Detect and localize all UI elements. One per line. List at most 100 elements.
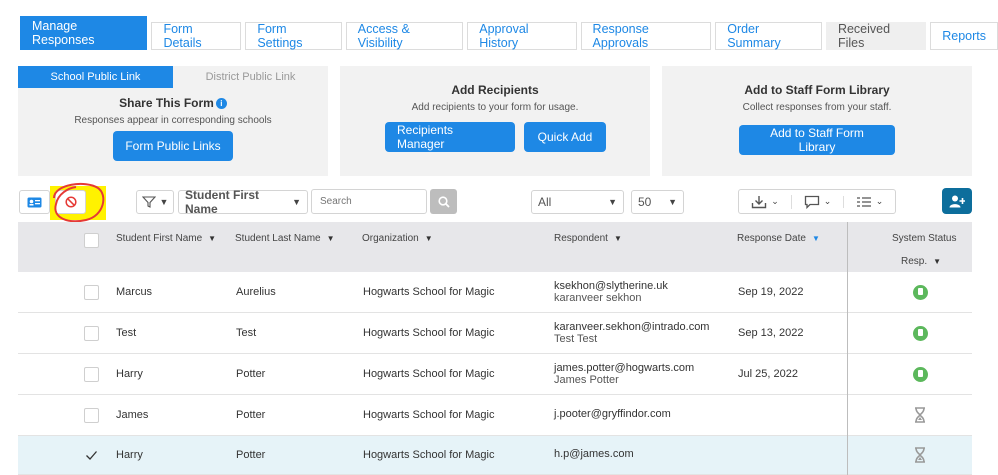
cell-last-name: Potter xyxy=(236,368,266,380)
add-recipients-title: Add Recipients xyxy=(451,83,539,97)
tab-response-approvals[interactable]: Response Approvals xyxy=(580,22,712,50)
quick-add-button[interactable]: Quick Add xyxy=(524,122,606,152)
row-checkbox[interactable] xyxy=(84,326,99,341)
cell-respondent-email: karanveer.sekhon@intrado.com xyxy=(554,321,710,333)
cell-last-name: Potter xyxy=(236,449,266,461)
header-last-name[interactable]: Student Last Name ▼ xyxy=(235,233,335,244)
chevron-down-icon: ▼ xyxy=(608,197,617,207)
cell-last-name: Aurelius xyxy=(236,286,276,298)
filter-button[interactable]: ▼ xyxy=(136,190,174,214)
table-row[interactable]: James Potter Hogwarts School for Magic j… xyxy=(18,395,972,436)
header-resp[interactable]: Resp. ▼ xyxy=(901,256,941,267)
chevron-down-icon: ▼ xyxy=(159,197,169,207)
tab-district-public-link[interactable]: District Public Link xyxy=(173,66,328,88)
cell-response-date: Jul 25, 2022 xyxy=(738,368,798,380)
tab-form-settings[interactable]: Form Settings xyxy=(245,22,342,50)
hourglass-icon[interactable] xyxy=(914,447,926,463)
filter-icon xyxy=(141,196,156,208)
table-header: Student First Name ▼ Student Last Name ▼ O… xyxy=(18,222,972,272)
tab-access-visibility[interactable]: Access & Visibility xyxy=(345,22,464,50)
cell-first-name: Harry xyxy=(116,449,143,461)
cell-respondent-name: karanveer sekhon xyxy=(554,292,642,304)
cell-last-name: Test xyxy=(236,327,257,339)
row-checkbox[interactable] xyxy=(84,448,99,463)
status-filter-value: All xyxy=(538,195,552,209)
row-checkbox[interactable] xyxy=(84,367,99,382)
header-system-status: System Status xyxy=(892,233,957,244)
table-row[interactable]: Marcus Aurelius Hogwarts School for Magi… xyxy=(18,272,972,313)
tab-received-files[interactable]: Received Files xyxy=(825,22,927,50)
cell-respondent-name: Test Test xyxy=(554,333,598,345)
add-to-staff-library-button[interactable]: Add to Staff Form Library xyxy=(739,125,895,155)
row-checkbox[interactable] xyxy=(84,285,99,300)
select-all-checkbox[interactable] xyxy=(84,233,99,248)
chevron-down-icon: ⌄ xyxy=(771,196,779,206)
form-public-links-button[interactable]: Form Public Links xyxy=(113,131,233,161)
add-user-icon xyxy=(949,195,965,207)
table-row[interactable]: Harry Potter Hogwarts School for Magic h… xyxy=(18,436,972,475)
completed-status-icon[interactable] xyxy=(913,285,928,300)
cell-organization: Hogwarts School for Magic xyxy=(363,286,495,298)
checkmark-icon xyxy=(86,451,97,460)
info-icon[interactable]: i xyxy=(215,98,227,109)
chevron-down-icon: ⌄ xyxy=(875,196,884,206)
tab-order-summary[interactable]: Order Summary xyxy=(715,22,822,50)
tab-reports[interactable]: Reports xyxy=(930,22,998,50)
row-checkbox[interactable] xyxy=(84,408,99,423)
header-respondent[interactable]: Respondent ▼ xyxy=(554,233,622,244)
header-response-date[interactable]: Response Date ▼ xyxy=(737,233,820,244)
cell-first-name: James xyxy=(116,409,149,421)
tab-manage-responses[interactable]: Manage Responses xyxy=(20,16,148,50)
chevron-down-icon: ▼ xyxy=(326,234,335,243)
add-recipients-panel: Add Recipients Add recipients to your fo… xyxy=(340,66,650,176)
hourglass-icon[interactable] xyxy=(914,407,926,423)
cell-organization: Hogwarts School for Magic xyxy=(363,409,495,421)
chevron-down-icon: ▼ xyxy=(292,197,301,207)
cell-respondent-email: ksekhon@slytherine.uk xyxy=(554,280,668,292)
tab-school-public-link[interactable]: School Public Link xyxy=(18,66,173,88)
tab-approval-history[interactable]: Approval History xyxy=(467,22,577,50)
chevron-down-icon: ▼ xyxy=(668,197,677,207)
completed-status-icon[interactable] xyxy=(913,326,928,341)
download-icon xyxy=(752,195,767,208)
annotation-circle xyxy=(53,182,105,223)
chevron-down-icon: ▼ xyxy=(208,234,217,243)
recipients-manager-button[interactable]: Recipients Manager xyxy=(385,122,515,152)
cell-response-date: Sep 13, 2022 xyxy=(738,327,804,339)
completed-status-icon[interactable] xyxy=(913,367,928,382)
comment-icon xyxy=(804,195,819,209)
tab-form-details[interactable]: Form Details xyxy=(151,22,242,50)
chevron-down-icon: ⌄ xyxy=(823,196,832,206)
search-input[interactable] xyxy=(311,189,427,214)
cell-organization: Hogwarts School for Magic xyxy=(363,449,495,461)
staff-form-library-panel: Add to Staff Form Library Collect respon… xyxy=(662,66,972,176)
list-icon xyxy=(856,196,871,207)
staff-library-subtitle: Collect responses from your staff. xyxy=(742,102,892,113)
tab-bar: Manage Responses Form Details Form Setti… xyxy=(20,16,998,50)
header-first-name[interactable]: Student First Name ▼ xyxy=(116,233,216,244)
sort-desc-icon: ▼ xyxy=(811,234,820,243)
cell-respondent-email: james.potter@hogwarts.com xyxy=(554,362,695,374)
id-card-icon xyxy=(27,197,42,207)
columns-button[interactable]: ⌄ xyxy=(843,195,895,208)
cell-respondent-email: j.pooter@gryffindor.com xyxy=(554,408,671,420)
add-user-button[interactable] xyxy=(942,188,972,214)
search-button[interactable] xyxy=(430,189,457,214)
status-filter-select[interactable]: All ▼ xyxy=(531,190,624,214)
download-button[interactable]: ⌄ xyxy=(739,195,791,209)
filter-field-select[interactable]: Student First Name ▼ xyxy=(178,188,308,216)
header-organization[interactable]: Organization ▼ xyxy=(362,233,433,244)
add-recipients-subtitle: Add recipients to your form for usage. xyxy=(411,102,579,113)
search-icon xyxy=(437,195,450,208)
cell-organization: Hogwarts School for Magic xyxy=(363,327,495,339)
share-form-panel: School Public Link District Public Link … xyxy=(18,66,328,176)
cell-respondent-email: h.p@james.com xyxy=(554,448,634,460)
system-status-divider xyxy=(847,222,848,475)
table-row[interactable]: Test Test Hogwarts School for Magic kara… xyxy=(18,313,972,354)
page-size-select[interactable]: 50 ▼ xyxy=(631,190,684,214)
table-row[interactable]: Harry Potter Hogwarts School for Magic j… xyxy=(18,354,972,395)
share-form-title: Share This Form xyxy=(119,96,214,110)
cell-first-name: Test xyxy=(116,327,137,339)
comment-button[interactable]: ⌄ xyxy=(791,194,843,209)
cell-response-date: Sep 19, 2022 xyxy=(738,286,804,298)
